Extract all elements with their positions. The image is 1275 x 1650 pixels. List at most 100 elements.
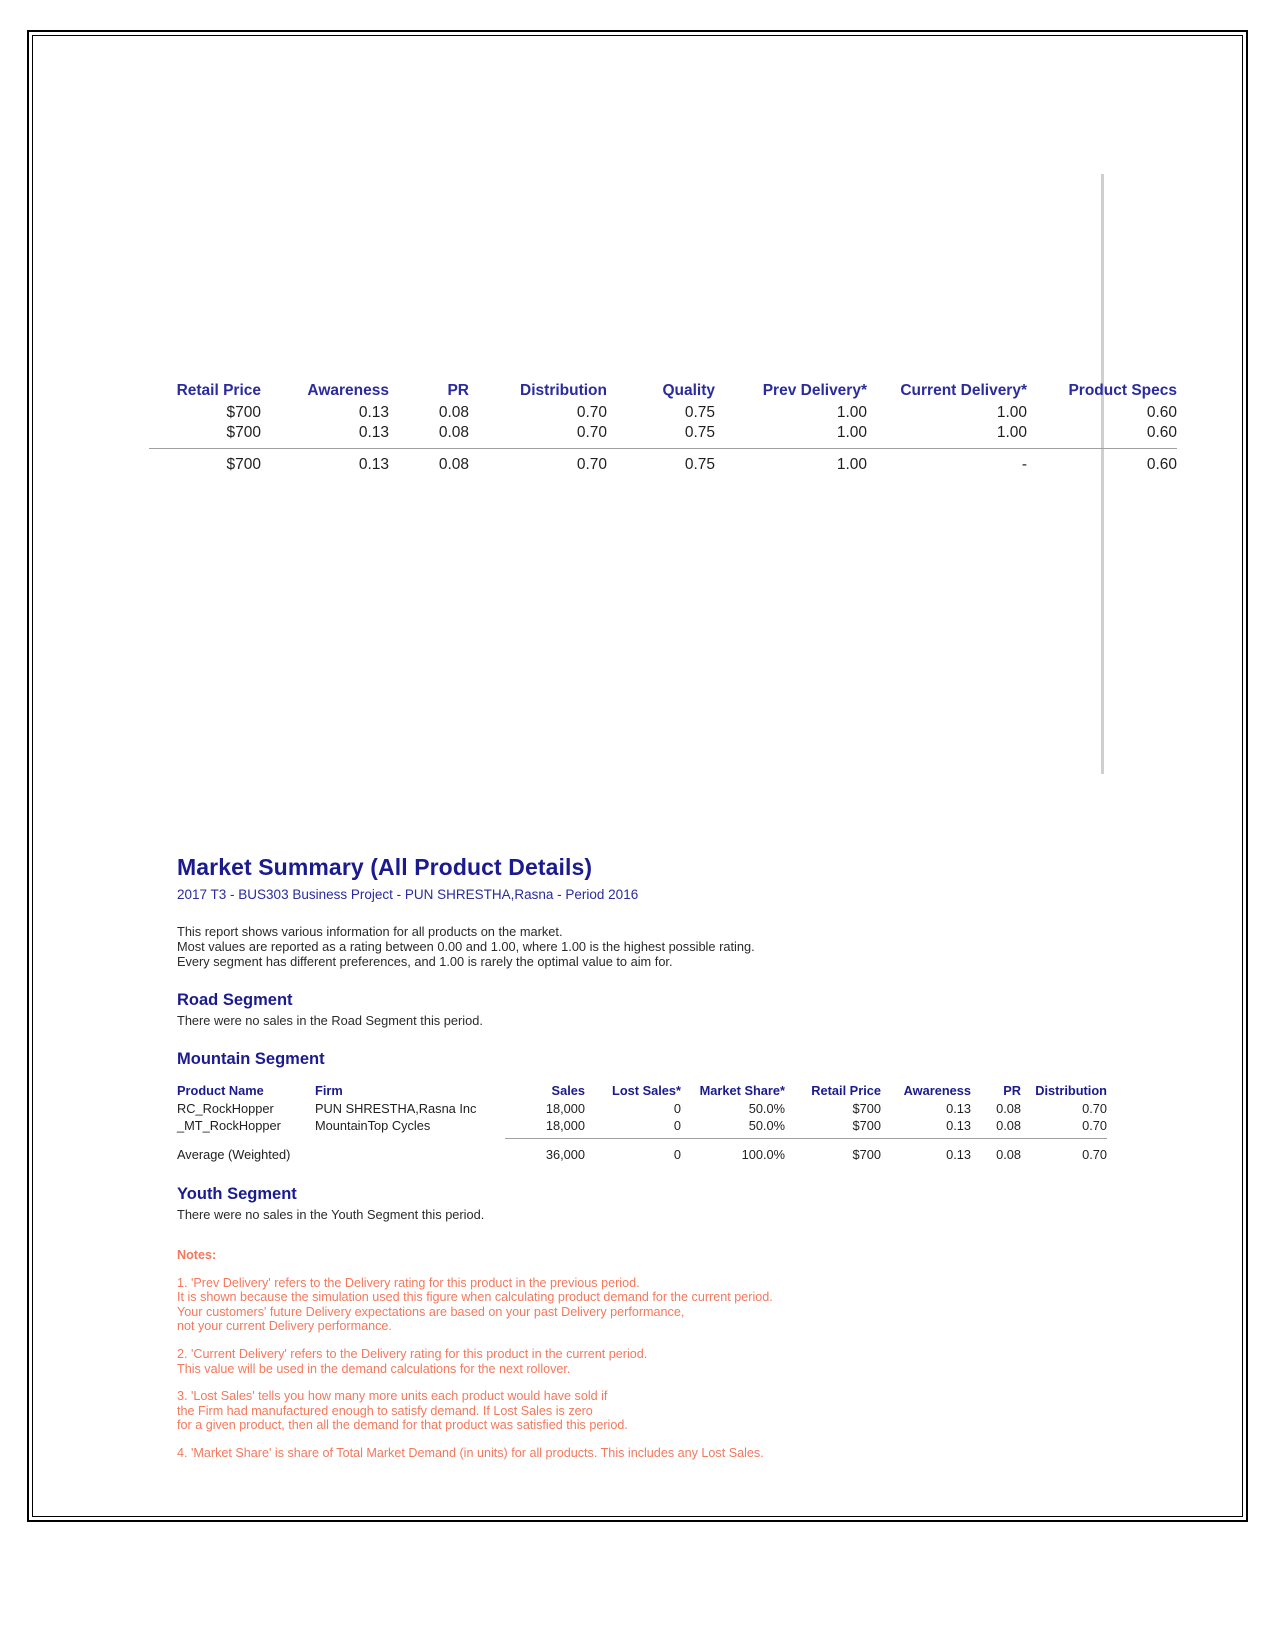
cell-firm: PUN SHRESTHA,Rasna Inc <box>315 1101 477 1116</box>
table-row: $700 0.13 0.08 0.70 0.75 1.00 1.00 0.60 <box>149 423 1177 449</box>
cell-lost-sales: 0 <box>673 1101 681 1116</box>
note-4-line-1: 4. 'Market Share' is share of Total Mark… <box>177 1445 764 1460</box>
table-average-row: $700 0.13 0.08 0.70 0.75 1.00 - 0.60 <box>149 449 1177 476</box>
cell-lost-sales: 0 <box>585 1117 681 1139</box>
note-1-line-1: 1. 'Prev Delivery' refers to the Deliver… <box>177 1275 640 1290</box>
cell-sales: 18,000 <box>505 1117 585 1139</box>
intro-line-1: This report shows various information fo… <box>177 924 563 939</box>
col-header-awareness: Awareness <box>903 1083 971 1098</box>
col-header-product-specs: Product Specs <box>1068 382 1177 399</box>
report-page: Retail Price Awareness PR Distribution Q… <box>61 64 1221 1496</box>
cell-product-specs: 0.60 <box>1146 404 1177 421</box>
col-header-sales: Sales <box>551 1083 585 1098</box>
cell-awareness: 0.13 <box>946 1101 971 1116</box>
avg-distribution: 0.70 <box>576 456 607 473</box>
cell-firm: MountainTop Cycles <box>315 1118 431 1134</box>
avg-label: Average (Weighted) <box>177 1146 291 1162</box>
cell-product-name: _MT_RockHopper <box>177 1118 281 1134</box>
avg-pr: 0.08 <box>438 456 469 473</box>
cell-awareness: 0.13 <box>358 404 389 421</box>
cell-market-share: 50.0% <box>681 1117 785 1139</box>
note-item-3: 3. 'Lost Sales' tells you how many more … <box>177 1389 1187 1433</box>
col-header-firm: Firm <box>315 1083 343 1098</box>
note-item-4: 4. 'Market Share' is share of Total Mark… <box>177 1446 1187 1461</box>
cell-distribution: 0.70 <box>576 404 607 421</box>
section-heading-youth-segment: Youth Segment <box>177 1185 297 1203</box>
section-heading-road-segment: Road Segment <box>177 991 293 1009</box>
avg-retail-price: $700 <box>226 456 261 473</box>
cell-pr: 0.08 <box>996 1101 1021 1116</box>
cell-prev-delivery: 1.00 <box>715 423 867 449</box>
cell-pr: 0.08 <box>438 404 469 421</box>
section-heading-mountain-segment: Mountain Segment <box>177 1050 325 1068</box>
cell-market-share: 50.0% <box>748 1101 785 1116</box>
note-2-line-2: This value will be used in the demand ca… <box>177 1361 571 1376</box>
col-header-pr: PR <box>447 382 469 399</box>
avg-sales: 36,000 <box>545 1147 585 1162</box>
cell-pr: 0.08 <box>389 423 469 449</box>
col-header-distribution: Distribution <box>1035 1083 1107 1098</box>
cell-current-delivery: 1.00 <box>867 423 1027 449</box>
report-notes: Notes: 1. 'Prev Delivery' refers to the … <box>177 1248 1187 1461</box>
note-item-1: 1. 'Prev Delivery' refers to the Deliver… <box>177 1276 1187 1334</box>
cell-current-delivery: 1.00 <box>996 404 1027 421</box>
note-3-line-2: the Firm had manufactured enough to sati… <box>177 1403 593 1418</box>
cell-prev-delivery: 1.00 <box>836 404 867 421</box>
cell-quality: 0.75 <box>607 423 715 449</box>
page-border-inner: Retail Price Awareness PR Distribution Q… <box>32 35 1243 1517</box>
table-row: RC_RockHopper PUN SHRESTHA,Rasna Inc 18,… <box>177 1100 1107 1117</box>
cell-pr: 0.08 <box>971 1117 1021 1139</box>
intro-line-2: Most values are reported as a rating bet… <box>177 939 755 954</box>
table-average-row: Average (Weighted) 36,000 0 100.0% $700 … <box>177 1139 1107 1164</box>
report-subtitle: 2017 T3 - BUS303 Business Project - PUN … <box>177 887 639 902</box>
product-details-summary-table: Retail Price Awareness PR Distribution Q… <box>149 382 1177 475</box>
note-2-line-1: 2. 'Current Delivery' refers to the Deli… <box>177 1346 648 1361</box>
avg-lost-sales: 0 <box>673 1147 681 1162</box>
col-header-pr: PR <box>1003 1083 1021 1098</box>
youth-segment-note: There were no sales in the Youth Segment… <box>177 1207 485 1222</box>
avg-awareness: 0.13 <box>946 1147 971 1162</box>
market-summary-report: Market Summary (All Product Details) 201… <box>177 854 1187 1461</box>
cell-retail-price: $700 <box>852 1101 881 1116</box>
avg-retail-price: $700 <box>852 1147 881 1162</box>
cell-quality: 0.75 <box>684 404 715 421</box>
col-header-quality: Quality <box>662 382 715 399</box>
col-header-product-name: Product Name <box>177 1083 264 1098</box>
cell-awareness: 0.13 <box>261 423 389 449</box>
col-header-retail-price: Retail Price <box>811 1083 881 1098</box>
avg-quality: 0.75 <box>684 456 715 473</box>
cell-distribution: 0.70 <box>1021 1117 1107 1139</box>
col-header-lost-sales: Lost Sales* <box>612 1083 681 1098</box>
cell-awareness: 0.13 <box>881 1117 971 1139</box>
col-header-distribution: Distribution <box>520 382 607 399</box>
cell-distribution: 0.70 <box>1082 1101 1107 1116</box>
page-border-outer: Retail Price Awareness PR Distribution Q… <box>27 30 1248 1522</box>
report-intro: This report shows various information fo… <box>177 924 1187 969</box>
col-header-awareness: Awareness <box>307 382 389 399</box>
cell-retail-price: $700 <box>226 404 261 421</box>
notes-heading: Notes: <box>177 1248 217 1262</box>
cell-product-specs: 0.60 <box>1027 423 1177 449</box>
table-header-row: Product Name Firm Sales Lost Sales* Mark… <box>177 1083 1107 1100</box>
cell-sales: 18,000 <box>545 1101 585 1116</box>
note-1-line-2: It is shown because the simulation used … <box>177 1290 773 1305</box>
road-segment-note: There were no sales in the Road Segment … <box>177 1013 483 1028</box>
note-1-line-3: Your customers' future Delivery expectat… <box>177 1304 685 1319</box>
intro-line-3: Every segment has different preferences,… <box>177 954 673 969</box>
col-header-current-delivery: Current Delivery* <box>900 382 1027 399</box>
cell-retail-price: $700 <box>785 1117 881 1139</box>
col-header-retail-price: Retail Price <box>176 382 261 399</box>
page-title: Market Summary (All Product Details) <box>177 854 593 880</box>
cell-retail-price: $700 <box>149 423 261 449</box>
table-row: $700 0.13 0.08 0.70 0.75 1.00 1.00 0.60 <box>149 403 1177 423</box>
avg-product-specs: 0.60 <box>1146 456 1177 473</box>
avg-prev-delivery: 1.00 <box>836 456 867 473</box>
note-1-line-4: not your current Delivery performance. <box>177 1319 392 1334</box>
avg-firm <box>315 1139 505 1164</box>
avg-market-share: 100.0% <box>741 1147 785 1162</box>
avg-distribution: 0.70 <box>1082 1147 1107 1162</box>
avg-pr: 0.08 <box>996 1147 1021 1162</box>
note-3-line-1: 3. 'Lost Sales' tells you how many more … <box>177 1389 608 1404</box>
note-item-2: 2. 'Current Delivery' refers to the Deli… <box>177 1347 1187 1376</box>
avg-current-delivery: - <box>1021 456 1027 473</box>
